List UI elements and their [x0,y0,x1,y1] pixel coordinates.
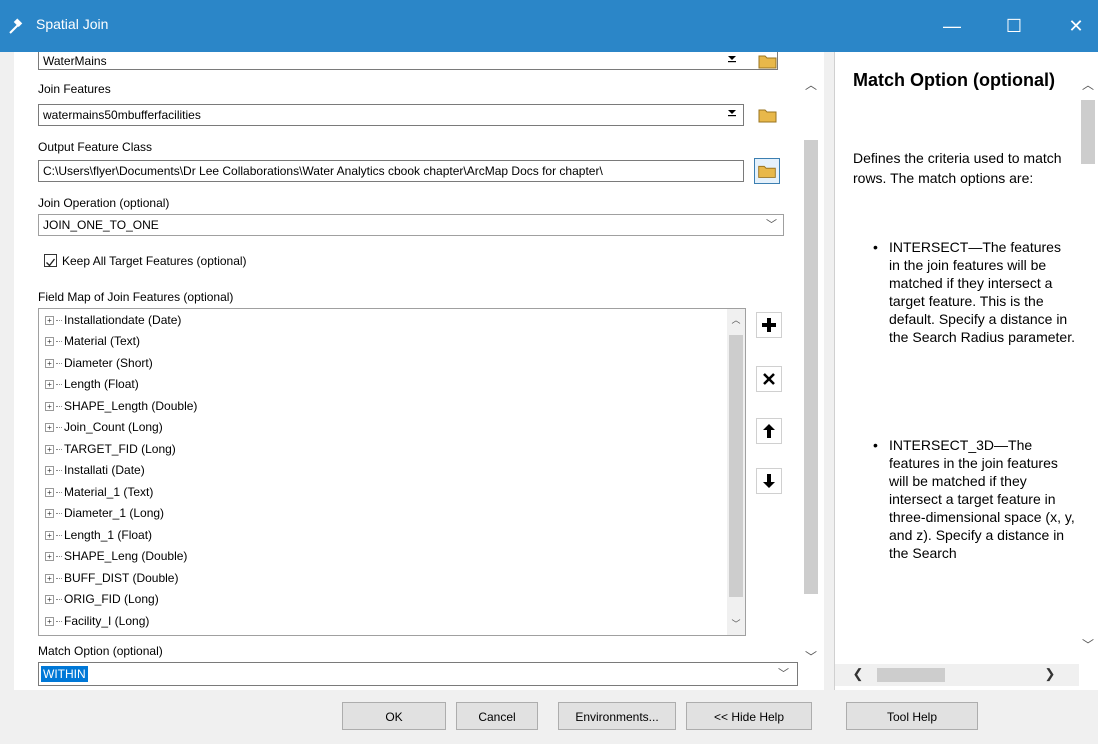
field-map-item[interactable]: + SHAPE_Leng (Double) [45,545,187,567]
match-option-value: WITHIN [41,666,88,682]
ok-button[interactable]: OK [342,702,446,730]
scroll-up-icon[interactable]: ︿ [727,311,745,329]
help-bullet: • INTERSECT_3D—The features in the join f… [873,437,1075,561]
scroll-up-icon[interactable]: ︿ [802,76,820,94]
field-map-item[interactable]: + SHAPE_Length (Double) [45,395,197,417]
scroll-down-icon[interactable]: ﹀ [802,648,820,666]
cancel-button[interactable]: Cancel [456,702,538,730]
window-title: Spatial Join [36,16,109,32]
scroll-thumb[interactable] [877,668,945,682]
expand-icon[interactable]: + [45,488,54,498]
field-map-tree[interactable]: + Installationdate (Date) + Material (Text… [38,308,746,636]
join-operation-value: JOIN_ONE_TO_ONE [43,218,159,232]
checkmark-icon [46,258,56,267]
arrow-down-icon [763,474,775,488]
scroll-thumb[interactable] [729,335,743,597]
field-map-label: Field Map of Join Features (optional) [38,290,234,304]
field-map-item[interactable]: + Diameter_1 (Long) [45,502,164,524]
scroll-left-icon[interactable]: ❮ [849,666,867,684]
tool-help-button[interactable]: Tool Help [846,702,978,730]
parameters-scrollbar[interactable]: ︿ ﹀ [802,70,820,664]
expand-icon[interactable]: + [45,531,54,541]
expand-icon[interactable]: + [45,445,54,455]
expand-icon[interactable]: + [45,552,54,562]
field-map-item[interactable]: + Join_Count (Long) [45,416,163,438]
expand-icon[interactable]: + [45,423,54,433]
target-features-input[interactable]: WaterMains [38,52,778,70]
scroll-up-icon[interactable]: ︿ [1079,76,1097,94]
output-feature-class-label: Output Feature Class [38,140,153,154]
parameters-pane: WaterMains Join Features watermains50mbu… [14,52,824,690]
expand-icon[interactable]: + [45,617,54,627]
close-button[interactable]: ✕ [1056,10,1096,42]
scroll-down-icon[interactable]: ﹀ [1079,636,1097,654]
field-map-item[interactable]: + Material (Text) [45,330,140,352]
join-features-input[interactable]: watermains50mbufferfacilities [38,104,744,126]
move-up-button[interactable] [756,418,782,444]
keep-all-label: Keep All Target Features (optional) [62,254,247,268]
expand-icon[interactable]: + [45,574,54,584]
join-features-label: Join Features [38,82,111,96]
field-map-item[interactable]: + TARGET_FID (Long) [45,438,176,460]
add-field-button[interactable] [756,312,782,338]
field-map-item[interactable]: + Length (Float) [45,373,139,395]
caret-down-icon [728,56,736,63]
minimize-button[interactable]: — [932,10,972,42]
arrow-up-icon [763,424,775,438]
join-features-dropdown-arrow[interactable] [724,106,740,124]
join-operation-label: Join Operation (optional) [38,196,170,210]
field-map-item[interactable]: + Installati (Date) [45,459,145,481]
folder-open-icon[interactable] [756,104,780,126]
match-option-label: Match Option (optional) [38,644,163,658]
field-map-item[interactable]: + ORIG_FID (Long) [45,588,159,610]
hammer-icon [9,18,23,34]
remove-field-button[interactable] [756,366,782,392]
expand-icon[interactable]: + [45,380,54,390]
expand-icon[interactable]: + [45,595,54,605]
folder-open-icon[interactable] [756,52,780,72]
caret-down-icon [728,110,736,117]
plus-icon [762,318,776,332]
x-icon [763,373,775,385]
chevron-down-icon: ﹀ [766,219,777,231]
hide-help-button[interactable]: << Hide Help [686,702,812,730]
help-bullet: • INTERSECT—The features in the join feat… [873,239,1075,345]
target-features-dropdown-arrow[interactable] [724,52,740,70]
help-pane: Match Option (optional) Defines the crit… [834,52,1098,690]
field-map-item[interactable]: + Installationdate (Date) [45,309,181,331]
expand-icon[interactable]: + [45,466,54,476]
field-map-item[interactable]: + Material_1 (Text) [45,481,153,503]
field-map-item[interactable]: + BUFF_DIST (Double) [45,567,178,589]
expand-icon[interactable]: + [45,509,54,519]
scroll-thumb[interactable] [1081,100,1095,164]
expand-icon[interactable]: + [45,316,54,326]
expand-icon[interactable]: + [45,337,54,347]
field-map-item[interactable]: + Length_1 (Float) [45,524,152,546]
help-scrollbar[interactable]: ︿ ﹀ [1079,66,1097,664]
chevron-down-icon: ﹀ [778,668,789,680]
expand-icon[interactable]: + [45,402,54,412]
help-horizontal-scrollbar[interactable]: ❮ ❯ [835,664,1079,686]
join-operation-select[interactable]: JOIN_ONE_TO_ONE ﹀ [38,214,784,236]
title-bar: Spatial Join — ☐ ✕ [0,0,1098,52]
keep-all-checkbox[interactable] [44,254,57,267]
field-map-scrollbar[interactable]: ︿ ﹀ [727,309,745,635]
move-down-button[interactable] [756,468,782,494]
folder-open-icon[interactable] [754,158,780,184]
output-feature-class-input[interactable]: C:\Users\flyer\Documents\Dr Lee Collabor… [38,160,744,182]
match-option-select[interactable]: WITHIN ﹀ [38,662,798,686]
expand-icon[interactable]: + [45,359,54,369]
help-title: Match Option (optional) [853,70,1055,90]
environments-button[interactable]: Environments... [558,702,676,730]
field-map-item[interactable]: + Facility_I (Long) [45,610,149,632]
maximize-button[interactable]: ☐ [994,10,1034,42]
field-map-item[interactable]: + Diameter (Short) [45,352,153,374]
scroll-thumb[interactable] [804,140,818,594]
scroll-down-icon[interactable]: ﹀ [727,615,745,633]
scroll-right-icon[interactable]: ❯ [1041,666,1059,684]
help-description: Defines the criteria used to match rows.… [853,150,1062,186]
